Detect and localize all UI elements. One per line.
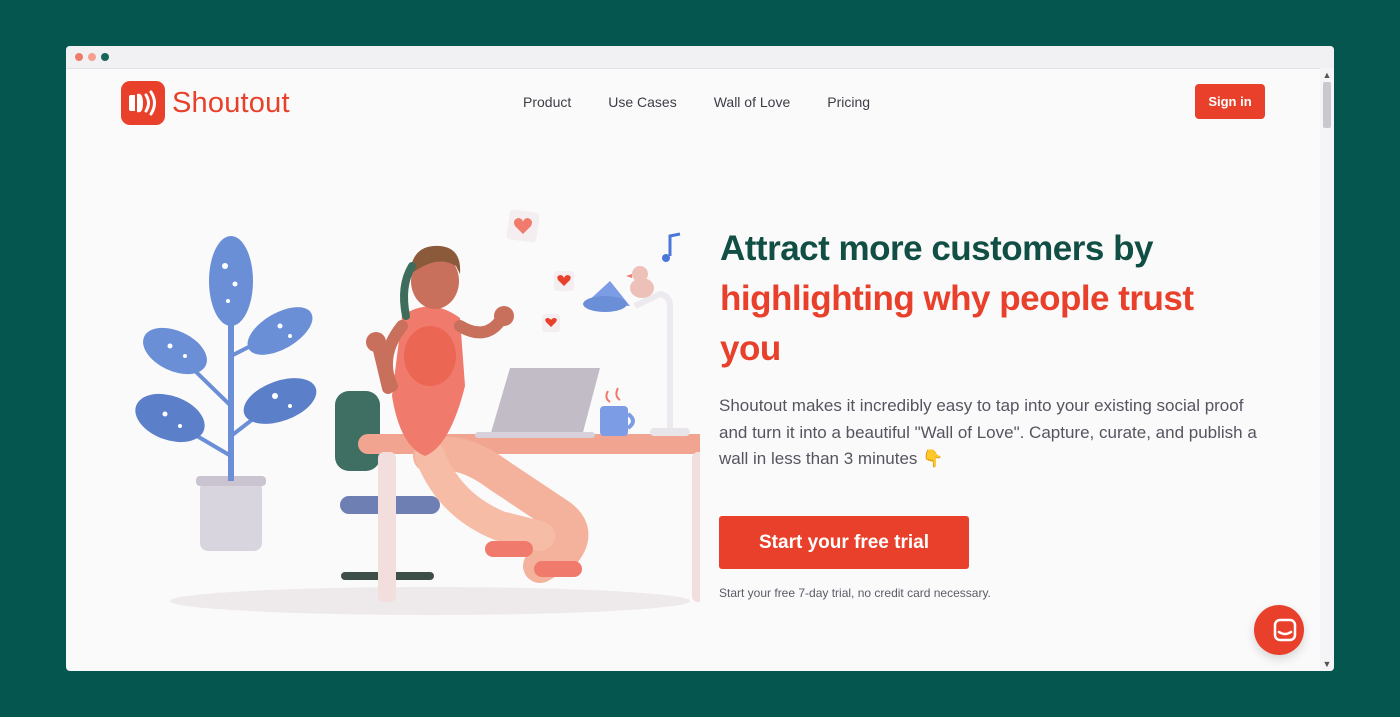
start-free-trial-button[interactable]: Start your free trial [719,516,969,569]
nav-pricing[interactable]: Pricing [827,94,870,110]
headline-accent: highlighting why people trust you [720,279,1194,368]
scroll-thumb[interactable] [1323,82,1331,128]
main-nav: Product Use Cases Wall of Love Pricing [523,94,870,110]
nav-product[interactable]: Product [523,94,571,110]
megaphone-logo-icon [121,81,165,125]
hero-description-text: Shoutout makes it incredibly easy to tap… [719,396,1257,468]
hero-description: Shoutout makes it incredibly easy to tap… [719,393,1259,473]
browser-window: ▲ ▼ Shoutout Product Use Cases Wall of L… [66,46,1334,671]
scroll-down-arrow-icon[interactable]: ▼ [1320,657,1334,671]
cta-note: Start your free 7-day trial, no credit c… [719,586,991,600]
chat-launcher-button[interactable] [1254,605,1304,655]
hero-headline: Attract more customers by highlighting w… [720,224,1240,374]
maximize-window-button[interactable] [101,53,109,61]
signin-button[interactable]: Sign in [1195,84,1265,119]
nav-use-cases[interactable]: Use Cases [608,94,676,110]
pointing-down-icon: 👇 [922,449,944,468]
brand-name: Shoutout [172,86,290,119]
scroll-up-arrow-icon[interactable]: ▲ [1320,68,1334,82]
brand-logo[interactable]: Shoutout [121,81,290,125]
minimize-window-button[interactable] [88,53,96,61]
page-scrollbar[interactable]: ▲ ▼ [1320,68,1334,671]
browser-titlebar [66,46,1334,69]
close-window-button[interactable] [75,53,83,61]
chat-bubble-icon [1260,618,1310,659]
headline-primary: Attract more customers by [720,229,1153,268]
woman-at-desk-illustration [130,156,728,626]
nav-wall-of-love[interactable]: Wall of Love [714,94,791,110]
